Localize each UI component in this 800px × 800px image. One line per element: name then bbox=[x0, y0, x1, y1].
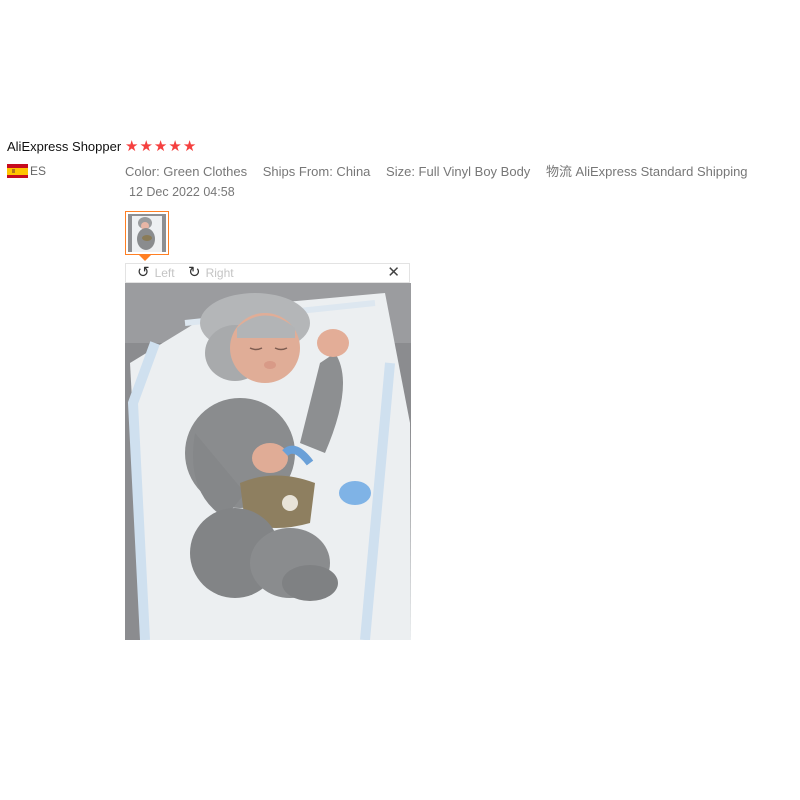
star-icon: ★ bbox=[168, 138, 182, 155]
spain-flag-icon bbox=[7, 164, 28, 178]
attribute-ships-from: Ships From: China bbox=[262, 164, 371, 179]
star-rating: ★ ★ ★ ★ ★ bbox=[125, 139, 196, 155]
star-icon: ★ bbox=[125, 138, 139, 155]
rotate-right-icon: ↻ bbox=[188, 264, 201, 281]
attribute-color: Color: Green Clothes bbox=[125, 164, 248, 179]
attribute-size: Size: Full Vinyl Boy Body bbox=[386, 164, 531, 179]
star-icon: ★ bbox=[139, 138, 153, 155]
star-icon: ★ bbox=[182, 138, 197, 155]
rotate-right-button[interactable]: ↻ Right bbox=[188, 265, 234, 281]
star-icon: ★ bbox=[153, 138, 168, 155]
rotate-left-icon: ↺ bbox=[137, 264, 150, 281]
attribute-logistics: 物流 AliExpress Standard Shipping bbox=[545, 164, 748, 179]
thumbnail-image bbox=[128, 214, 166, 252]
country-code: ES bbox=[30, 164, 47, 178]
order-attributes: Color: Green Clothes Ships From: China S… bbox=[125, 161, 760, 180]
rotate-left-button[interactable]: ↺ Left bbox=[137, 265, 175, 281]
close-icon: ✕ bbox=[387, 264, 400, 281]
reviewer-country: ES bbox=[7, 164, 46, 178]
rotate-right-label: Right bbox=[205, 266, 234, 280]
thumbnail-pointer bbox=[139, 255, 151, 261]
review-photo-large bbox=[125, 283, 411, 640]
review-date: 12 Dec 2022 04:58 bbox=[129, 185, 235, 199]
review-photo-thumbnail[interactable] bbox=[125, 211, 169, 255]
close-viewer-button[interactable]: ✕ bbox=[387, 265, 400, 281]
reviewer-name: AliExpress Shopper bbox=[7, 139, 122, 154]
photo-image bbox=[125, 283, 411, 640]
rotate-left-label: Left bbox=[154, 266, 175, 280]
image-viewer-toolbar: ↺ Left ↻ Right ✕ bbox=[125, 263, 410, 283]
